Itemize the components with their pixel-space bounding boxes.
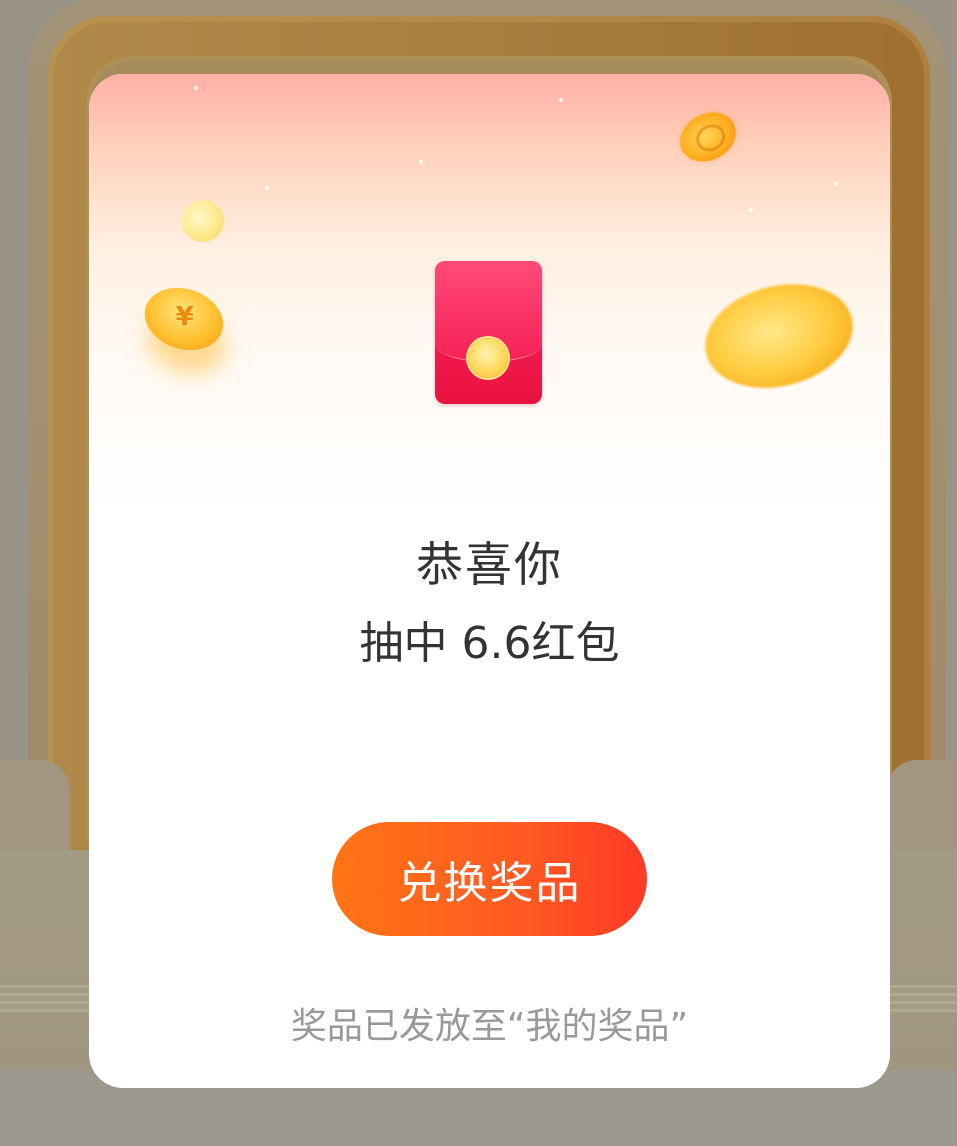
congrats-title: 恭喜你 <box>416 538 563 593</box>
prize-description: 抽中 6.6红包 <box>359 618 620 669</box>
sparkle-decoration <box>559 98 563 102</box>
coin-icon <box>182 200 224 242</box>
redeem-prize-button[interactable]: 兑换奖品 <box>332 822 647 936</box>
prize-modal: ¥ 恭喜你 抽中 6.6红包 兑换奖品 奖品已发放至“我的奖品” <box>89 74 890 1088</box>
sparkle-decoration <box>419 160 423 164</box>
yuan-symbol: ¥ <box>175 302 194 333</box>
sparkle-decoration <box>749 208 753 212</box>
red-envelope-seal <box>468 338 508 378</box>
prize-delivery-note: 奖品已发放至“我的奖品” <box>290 1006 689 1047</box>
sparkle-decoration <box>194 86 198 90</box>
sparkle-decoration <box>265 186 269 190</box>
red-envelope-icon <box>435 261 542 404</box>
sparkle-decoration <box>834 182 838 186</box>
